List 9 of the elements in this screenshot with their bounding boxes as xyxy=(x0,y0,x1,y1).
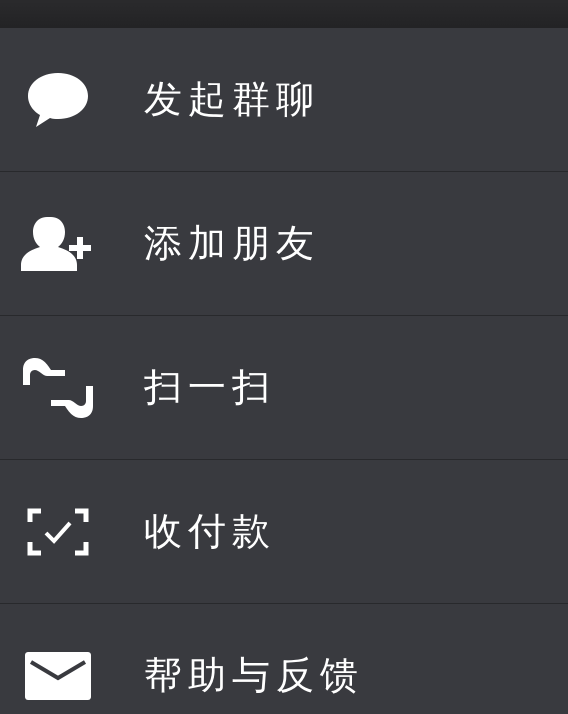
envelope-icon xyxy=(25,652,91,700)
scan-icon xyxy=(21,356,95,420)
menu-label: 发起群聊 xyxy=(144,76,320,123)
menu-label: 扫一扫 xyxy=(144,364,276,411)
menu-label: 添加朋友 xyxy=(144,220,320,267)
menu-label: 收付款 xyxy=(144,508,276,555)
checkmark-frame-icon xyxy=(27,508,89,556)
chat-bubble-icon xyxy=(26,70,90,128)
menu-label: 帮助与反馈 xyxy=(144,652,364,699)
